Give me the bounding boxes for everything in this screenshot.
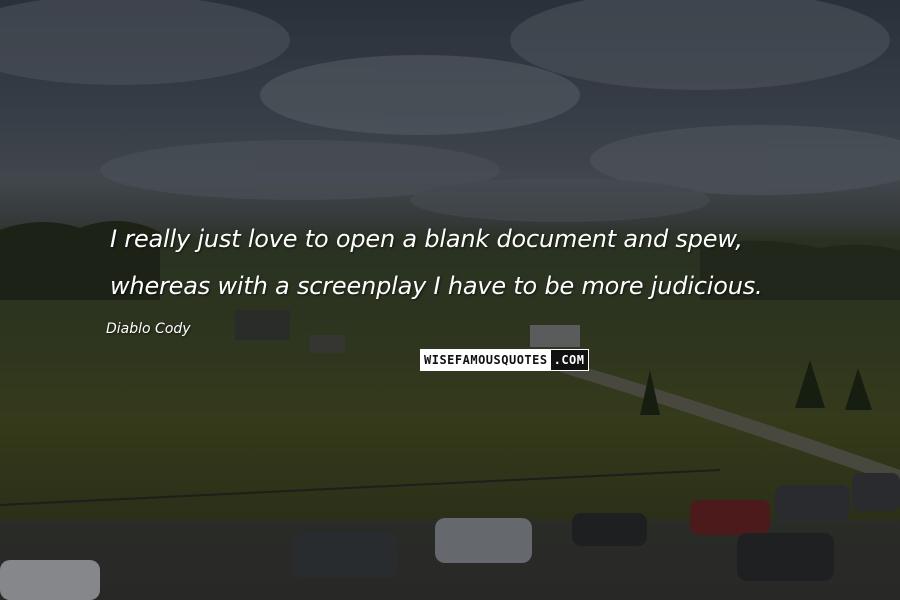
road — [560, 360, 900, 485]
clouds — [0, 0, 900, 222]
buildings — [235, 310, 580, 353]
quote-line-1: I really just love to open a blank docum… — [110, 225, 743, 253]
watermark-brand: WISEFAMOUSQUOTES — [421, 350, 551, 370]
quote-author: Diablo Cody — [106, 321, 191, 337]
fence — [0, 469, 721, 506]
quote-background-photo: I really just love to open a blank docum… — [0, 0, 900, 600]
watermark-logo: WISEFAMOUSQUOTES .COM — [420, 349, 589, 371]
quote-line-2: whereas with a screenplay I have to be m… — [110, 272, 763, 300]
landscape-photo — [0, 0, 900, 600]
watermark-domain: .COM — [550, 350, 588, 370]
